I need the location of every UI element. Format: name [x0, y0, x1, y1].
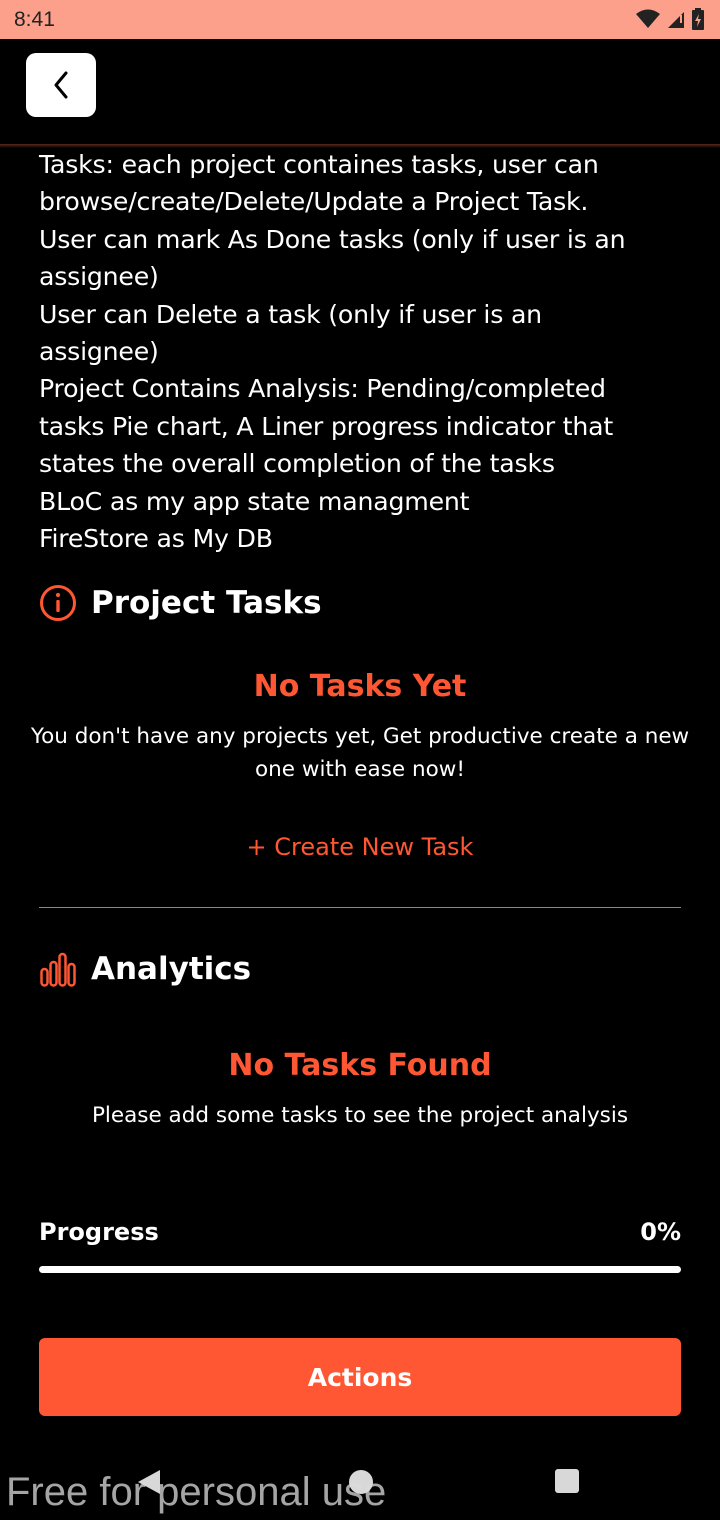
nav-recent-apps-icon[interactable] [555, 1469, 579, 1493]
signal-icon [668, 12, 684, 28]
description-line: User can mark As Done tasks (only if use… [39, 224, 626, 254]
back-button[interactable] [26, 53, 96, 117]
description-line: FireStore as My DB [39, 524, 273, 554]
description-line: browse/create/Delete/Update a Project Ta… [39, 187, 589, 217]
no-tasks-found-title: No Tasks Found [228, 1048, 492, 1083]
wifi-icon [636, 9, 660, 28]
no-tasks-message: You don't have any projects yet, Get pro… [30, 724, 690, 782]
status-icons [636, 8, 704, 30]
create-new-task-link[interactable]: + Create New Task [0, 833, 720, 861]
project-description: Tasks: each project containes tasks, use… [39, 146, 681, 557]
watermark: Free for personal use [6, 1470, 387, 1514]
description-line: assignee) [39, 337, 159, 367]
project-tasks-title: Project Tasks [91, 585, 322, 621]
project-tasks-header: Project Tasks [39, 584, 322, 622]
analytics-header: Analytics [39, 950, 251, 988]
status-time: 8:41 [14, 8, 55, 31]
no-tasks-title: No Tasks Yet [253, 669, 467, 704]
description-line: Tasks: each project containes tasks, use… [39, 150, 599, 179]
section-divider [39, 907, 681, 908]
no-tasks-found-message: Please add some tasks to see the project… [91, 1103, 629, 1128]
app-bar [0, 39, 720, 147]
progress-value: 0% [640, 1218, 681, 1246]
status-bar: 8:41 [0, 0, 720, 39]
actions-button[interactable]: Actions [39, 1338, 681, 1416]
description-text: Tasks: each project containes tasks, use… [39, 146, 681, 557]
battery-icon [692, 8, 704, 30]
chevron-left-icon [54, 71, 68, 99]
analytics-title: Analytics [91, 951, 252, 987]
description-line: assignee) [39, 262, 159, 292]
description-line: User can Delete a task (only if user is … [39, 299, 542, 329]
description-line: Project Contains Analysis: Pending/compl… [39, 374, 606, 404]
description-line: states the overall completion of the tas… [39, 449, 555, 479]
bar-chart-icon [40, 952, 76, 987]
description-line: BLoC as my app state managment [39, 486, 470, 516]
description-line: tasks Pie chart, A Liner progress indica… [39, 411, 614, 441]
progress-label: Progress [39, 1218, 159, 1246]
info-icon [40, 585, 76, 621]
progress-bar [39, 1266, 681, 1273]
